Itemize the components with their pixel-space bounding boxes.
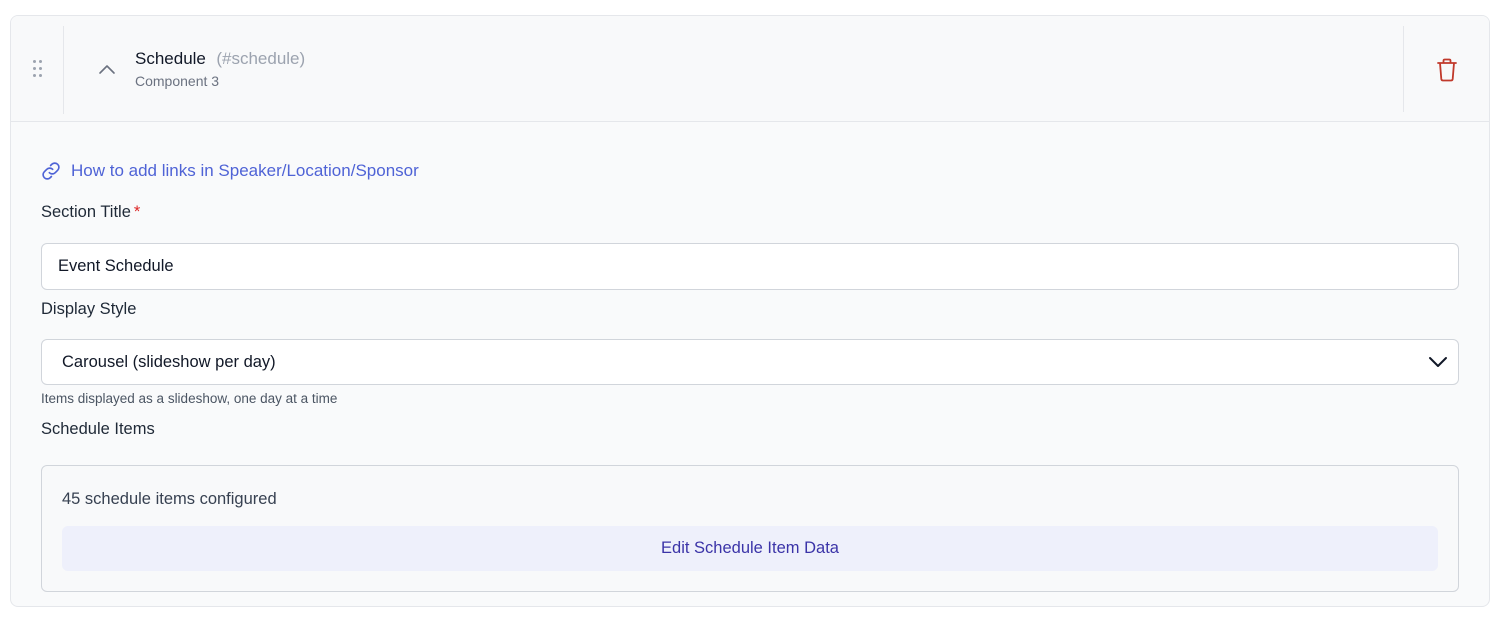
component-card: Schedule (#schedule) Component 3 How to … <box>10 15 1490 607</box>
display-style-hint: Items displayed as a slideshow, one day … <box>41 391 338 406</box>
display-style-select[interactable]: Carousel (slideshow per day) <box>41 339 1459 385</box>
component-anchor: (#schedule) <box>216 49 306 68</box>
component-header[interactable]: Schedule (#schedule) Component 3 <box>11 16 1489 122</box>
edit-schedule-items-button[interactable]: Edit Schedule Item Data <box>62 526 1438 571</box>
section-title-value: Event Schedule <box>58 257 174 275</box>
component-title-row: Schedule (#schedule) <box>135 49 305 69</box>
header-divider-left <box>63 26 64 114</box>
schedule-items-panel: 45 schedule items configured Edit Schedu… <box>41 465 1459 592</box>
drag-dots-icon[interactable] <box>33 60 43 78</box>
link-icon <box>42 162 60 180</box>
component-title: Schedule <box>135 49 206 68</box>
required-marker: * <box>133 203 141 221</box>
chevron-down-icon <box>1429 357 1447 367</box>
schedule-items-label: Schedule Items <box>41 420 155 438</box>
section-title-label: Section Title * <box>41 203 140 222</box>
display-style-label: Display Style <box>41 300 137 318</box>
section-title-label-text: Section Title <box>41 203 131 221</box>
component-subtitle: Component 3 <box>135 73 220 89</box>
help-link[interactable]: How to add links in Speaker/Location/Spo… <box>41 161 419 181</box>
help-link-label: How to add links in Speaker/Location/Spo… <box>71 161 419 180</box>
display-style-value: Carousel (slideshow per day) <box>62 352 276 371</box>
schedule-items-count: 45 schedule items configured <box>62 490 277 508</box>
section-title-input[interactable]: Event Schedule <box>41 243 1459 290</box>
header-divider-right <box>1403 26 1404 112</box>
chevron-up-icon[interactable] <box>97 62 117 76</box>
trash-icon[interactable] <box>1435 57 1459 83</box>
